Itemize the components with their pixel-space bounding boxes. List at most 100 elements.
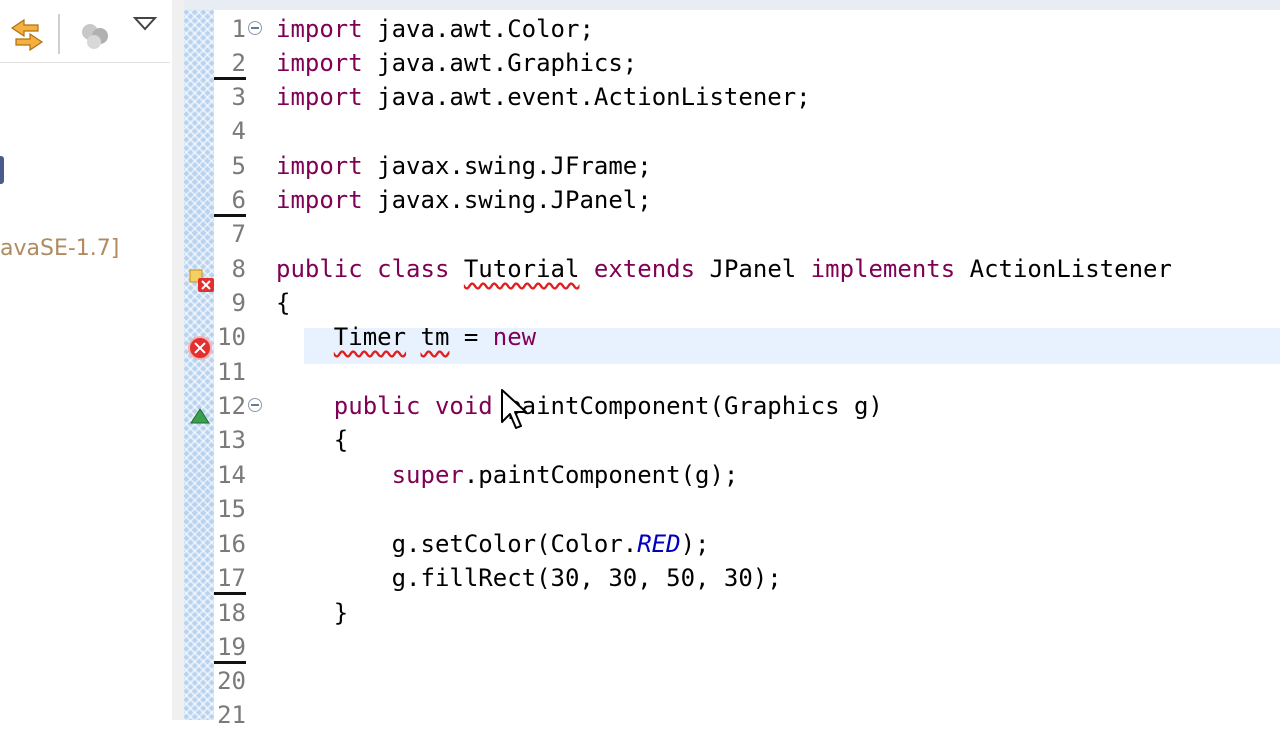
- keyword: class: [377, 255, 450, 283]
- toolbar-separator: [58, 14, 60, 54]
- pane-divider[interactable]: [172, 0, 184, 720]
- class-name-error[interactable]: Tutorial: [464, 255, 580, 283]
- line-number: 18: [217, 599, 246, 627]
- code-line[interactable]: 1 import java.awt.Color;: [214, 12, 1280, 46]
- keyword: import: [276, 15, 363, 43]
- code-token: javax.swing.JPanel;: [362, 186, 652, 214]
- code-line[interactable]: 20: [214, 664, 1280, 698]
- code-token: );: [680, 530, 710, 558]
- code-token: paintComponent(Graphics g): [507, 392, 883, 420]
- line-number: 9: [231, 289, 246, 317]
- override-triangle-icon[interactable]: [190, 408, 210, 424]
- keyword: void: [434, 392, 493, 420]
- variable-name-error[interactable]: tm: [421, 323, 450, 351]
- line-number: 7: [231, 220, 246, 248]
- line-number: 16: [217, 530, 246, 558]
- code-line[interactable]: 7: [214, 217, 1280, 251]
- jre-system-library-label[interactable]: avaSE-1.7]: [0, 236, 119, 261]
- code-line[interactable]: 16 g.setColor(Color.RED);: [214, 527, 1280, 561]
- code-token: }: [333, 599, 349, 627]
- line-number: 21: [217, 701, 246, 729]
- code-text: {: [276, 423, 348, 457]
- code-text: g.fillRect(30, 30, 50, 30);: [276, 561, 782, 595]
- code-text: super.paintComponent(g);: [276, 458, 739, 492]
- code-line[interactable]: 12 public void paintComponent(Graphics g…: [214, 389, 1280, 423]
- line-number: 17: [217, 564, 246, 592]
- line-number: 11: [217, 358, 246, 386]
- keyword: extends: [593, 255, 696, 283]
- fold-collapse-icon[interactable]: [248, 21, 262, 35]
- code-line[interactable]: 8 public class Tutorial extends JPanel i…: [214, 252, 1280, 286]
- code-line[interactable]: 21: [214, 698, 1280, 732]
- line-number: 2: [231, 49, 246, 77]
- code-text: import java.awt.event.ActionListener;: [276, 80, 811, 114]
- code-line[interactable]: 2 import java.awt.Graphics;: [214, 46, 1280, 80]
- code-line[interactable]: 9 {: [214, 286, 1280, 320]
- code-line[interactable]: 11: [214, 355, 1280, 389]
- code-line[interactable]: 19: [214, 630, 1280, 664]
- line-number: 3: [231, 83, 246, 111]
- code-token: java.awt.event.ActionListener;: [362, 83, 811, 111]
- vertical-ruler[interactable]: [184, 10, 214, 720]
- code-area[interactable]: 1 import java.awt.Color; 2 import java.a…: [214, 10, 1280, 729]
- keyword: public: [333, 392, 421, 420]
- code-token: g.fillRect(30, 30, 50, 30);: [391, 564, 782, 592]
- line-number: 19: [217, 633, 246, 661]
- java-editor[interactable]: 1 import java.awt.Color; 2 import java.a…: [184, 0, 1280, 729]
- code-line[interactable]: 3 import java.awt.event.ActionListener;: [214, 80, 1280, 114]
- line-number: 6: [231, 186, 246, 214]
- code-text: public void paintComponent(Graphics g): [276, 389, 883, 423]
- code-token: .paintComponent(g);: [463, 461, 739, 489]
- code-line[interactable]: 6 import javax.swing.JPanel;: [214, 183, 1280, 217]
- view-menu-icon[interactable]: [132, 14, 158, 34]
- code-text: import javax.swing.JPanel;: [276, 183, 652, 217]
- line-number: 14: [217, 461, 246, 489]
- code-line[interactable]: 17 g.fillRect(30, 30, 50, 30);: [214, 561, 1280, 595]
- code-text: import javax.swing.JFrame;: [276, 149, 652, 183]
- warning-error-marker-icon[interactable]: [188, 268, 216, 294]
- error-marker-icon[interactable]: [188, 336, 212, 360]
- code-token: java.awt.Graphics;: [362, 49, 638, 77]
- code-token: {: [333, 426, 349, 454]
- code-token: =: [463, 323, 479, 351]
- code-text: {: [276, 289, 291, 317]
- static-field: RED: [637, 530, 681, 558]
- code-token: ActionListener: [969, 255, 1172, 283]
- code-text: import java.awt.Graphics;: [276, 46, 637, 80]
- code-line[interactable]: 14 super.paintComponent(g);: [214, 458, 1280, 492]
- keyword: import: [276, 152, 363, 180]
- code-line-current[interactable]: 10 Timer tm = new: [214, 320, 1280, 354]
- line-number: 1: [231, 15, 246, 43]
- code-text: import java.awt.Color;: [276, 12, 594, 46]
- code-token: javax.swing.JFrame;: [362, 152, 652, 180]
- line-number: 12: [217, 392, 246, 420]
- code-line[interactable]: 15: [214, 492, 1280, 526]
- code-text: g.setColor(Color.RED);: [276, 527, 710, 561]
- mouse-pointer-icon: [501, 389, 527, 429]
- line-number: 10: [217, 323, 246, 351]
- fold-collapse-icon[interactable]: [248, 398, 262, 412]
- code-token: java.awt.Color;: [362, 15, 594, 43]
- line-number: 20: [217, 667, 246, 695]
- timer-type-error[interactable]: Timer: [334, 323, 406, 351]
- line-number: 4: [231, 117, 246, 145]
- collapse-all-icon[interactable]: [78, 18, 114, 54]
- editor-tab-border: [184, 0, 1280, 10]
- link-with-editor-icon[interactable]: [8, 16, 46, 54]
- package-explorer-toolbar: [0, 0, 170, 63]
- code-line[interactable]: 4: [214, 114, 1280, 148]
- code-text: public class Tutorial extends JPanel imp…: [276, 252, 1172, 286]
- keyword: new: [492, 323, 537, 351]
- line-number: 5: [231, 152, 246, 180]
- code-token: JPanel: [709, 255, 797, 283]
- line-number: 8: [231, 255, 246, 283]
- package-explorer-pane: avaSE-1.7]: [0, 0, 173, 720]
- keyword: implements: [810, 255, 956, 283]
- keyword: import: [276, 49, 363, 77]
- code-line[interactable]: 5 import javax.swing.JFrame;: [214, 149, 1280, 183]
- line-number: 13: [217, 426, 246, 454]
- code-line[interactable]: 18 }: [214, 596, 1280, 630]
- keyword: public: [276, 255, 363, 283]
- keyword: import: [276, 83, 363, 111]
- code-line[interactable]: 13 {: [214, 423, 1280, 457]
